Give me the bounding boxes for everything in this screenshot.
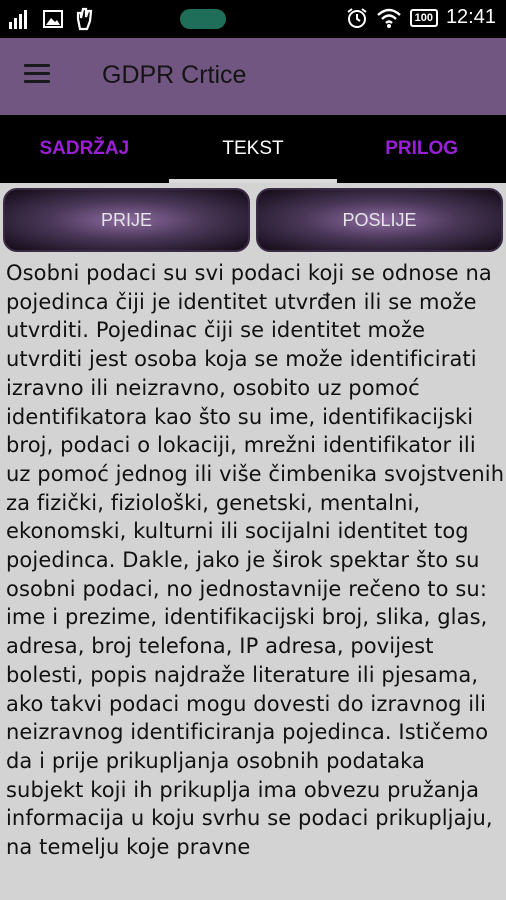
nav-buttons: PRIJE POSLIJE — [3, 188, 503, 254]
app-bar: GDPR Crtice — [0, 38, 506, 115]
tab-prilog[interactable]: PRILOG — [337, 115, 506, 183]
status-bar: 100 12:41 — [0, 0, 506, 38]
alarm-icon — [346, 7, 367, 28]
image-icon — [43, 10, 63, 28]
tab-bar: SADRŽAJ TEKST PRILOG — [0, 115, 506, 183]
hand-icon — [76, 7, 93, 31]
signal-icon — [9, 10, 27, 29]
status-time: 12:41 — [445, 6, 496, 28]
article-text: Osobni podaci su svi podaci koji se odno… — [6, 261, 505, 860]
hamburger-menu-icon[interactable] — [24, 64, 54, 90]
next-button[interactable]: POSLIJE — [256, 188, 503, 252]
status-right-icons: 100 12:41 — [346, 6, 496, 29]
wifi-icon — [376, 8, 401, 28]
status-pill-indicator — [180, 9, 226, 29]
tab-tekst[interactable]: TEKST — [168, 115, 338, 183]
content-area: PRIJE POSLIJE Osobni podaci su svi podac… — [0, 183, 506, 900]
status-left-icons — [8, 7, 94, 31]
tab-sadrzaj[interactable]: SADRŽAJ — [0, 115, 169, 183]
battery-icon: 100 — [409, 8, 438, 27]
app-title: GDPR Crtice — [102, 61, 247, 89]
prev-button[interactable]: PRIJE — [3, 188, 250, 252]
